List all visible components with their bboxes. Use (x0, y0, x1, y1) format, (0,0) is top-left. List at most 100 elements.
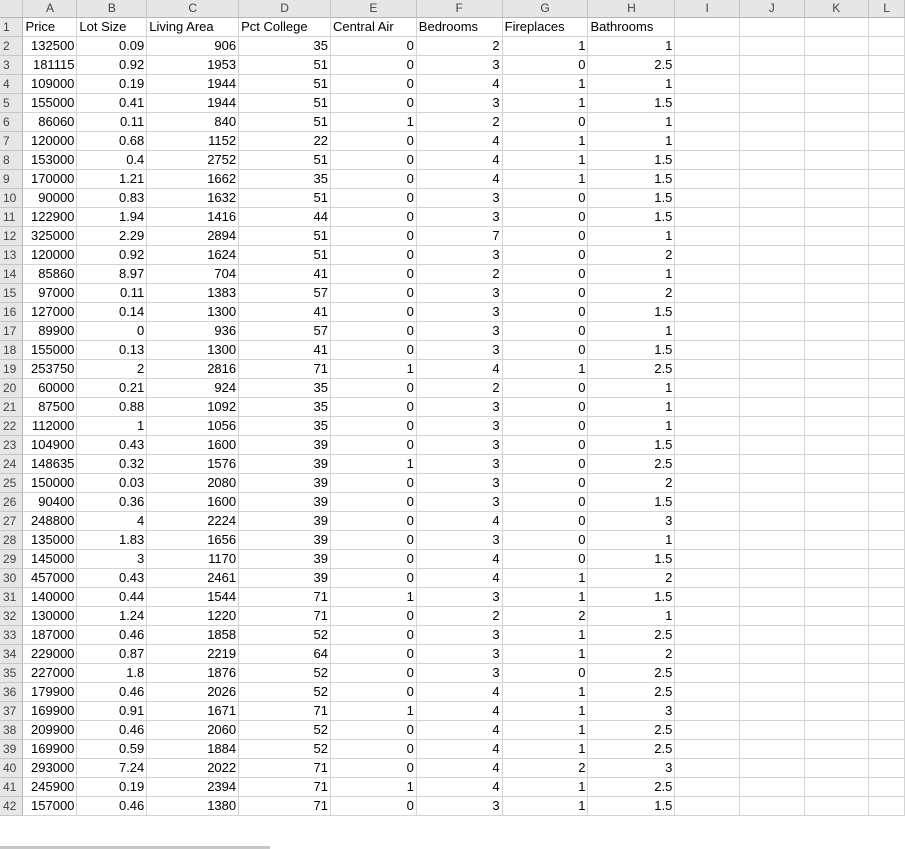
data-cell[interactable] (674, 644, 740, 664)
data-cell[interactable]: 2461 (146, 568, 240, 588)
data-cell[interactable] (739, 454, 805, 474)
data-cell[interactable]: 3 (416, 302, 503, 322)
data-cell[interactable]: 2026 (146, 682, 240, 702)
data-cell[interactable]: 227000 (22, 663, 78, 683)
data-cell[interactable] (868, 169, 905, 189)
data-cell[interactable]: 0 (330, 530, 417, 550)
data-cell[interactable]: 229000 (22, 644, 78, 664)
data-cell[interactable]: 0 (330, 264, 417, 284)
data-cell[interactable] (739, 131, 805, 151)
data-cell[interactable] (674, 321, 740, 341)
data-cell[interactable]: 1 (502, 36, 589, 56)
data-cell[interactable]: 52 (238, 682, 331, 702)
row-header[interactable]: 39 (0, 739, 24, 759)
data-cell[interactable] (674, 397, 740, 417)
data-cell[interactable] (739, 720, 805, 740)
data-cell[interactable]: 130000 (22, 606, 78, 626)
data-cell[interactable]: 2 (587, 644, 676, 664)
data-cell[interactable]: 2.5 (587, 359, 676, 379)
data-cell[interactable]: 3 (416, 207, 503, 227)
data-cell[interactable]: 3 (416, 454, 503, 474)
data-cell[interactable]: 1 (502, 777, 589, 797)
header-cell[interactable]: Lot Size (76, 17, 148, 37)
data-cell[interactable]: 157000 (22, 796, 78, 816)
data-cell[interactable] (868, 378, 905, 398)
data-cell[interactable]: 3 (416, 93, 503, 113)
data-cell[interactable]: 1671 (146, 701, 240, 721)
data-cell[interactable]: 4 (416, 682, 503, 702)
data-cell[interactable]: 4 (416, 568, 503, 588)
row-header[interactable]: 5 (0, 93, 24, 113)
data-cell[interactable]: 52 (238, 720, 331, 740)
data-cell[interactable] (868, 245, 905, 265)
data-cell[interactable]: 1 (502, 150, 589, 170)
header-cell[interactable] (868, 17, 905, 37)
data-cell[interactable]: 1170 (146, 549, 240, 569)
data-cell[interactable] (804, 378, 870, 398)
data-cell[interactable]: 44 (238, 207, 331, 227)
data-cell[interactable] (674, 340, 740, 360)
data-cell[interactable]: 2219 (146, 644, 240, 664)
data-cell[interactable]: 97000 (22, 283, 78, 303)
data-cell[interactable]: 325000 (22, 226, 78, 246)
data-cell[interactable] (739, 625, 805, 645)
data-cell[interactable] (868, 530, 905, 550)
data-cell[interactable]: 0 (330, 511, 417, 531)
data-cell[interactable] (674, 359, 740, 379)
data-cell[interactable] (868, 302, 905, 322)
data-cell[interactable] (739, 226, 805, 246)
data-cell[interactable] (739, 549, 805, 569)
row-header[interactable]: 18 (0, 340, 24, 360)
data-cell[interactable]: 0.19 (76, 74, 148, 94)
header-cell[interactable]: Bedrooms (416, 17, 503, 37)
data-cell[interactable] (868, 720, 905, 740)
data-cell[interactable] (739, 606, 805, 626)
data-cell[interactable]: 1 (502, 682, 589, 702)
data-cell[interactable] (868, 549, 905, 569)
row-header[interactable]: 32 (0, 606, 24, 626)
data-cell[interactable] (804, 245, 870, 265)
data-cell[interactable]: 0 (502, 549, 589, 569)
data-cell[interactable]: 1.5 (587, 492, 676, 512)
data-cell[interactable] (868, 492, 905, 512)
data-cell[interactable] (739, 169, 805, 189)
data-cell[interactable]: 1.83 (76, 530, 148, 550)
data-cell[interactable] (739, 511, 805, 531)
row-header[interactable]: 13 (0, 245, 24, 265)
column-header-d[interactable]: D (238, 0, 331, 18)
data-cell[interactable]: 0 (502, 378, 589, 398)
data-cell[interactable] (674, 169, 740, 189)
row-header[interactable]: 9 (0, 169, 24, 189)
data-cell[interactable]: 0.43 (76, 568, 148, 588)
data-cell[interactable]: 169900 (22, 739, 78, 759)
data-cell[interactable] (674, 207, 740, 227)
data-cell[interactable]: 1858 (146, 625, 240, 645)
row-header[interactable]: 16 (0, 302, 24, 322)
data-cell[interactable]: 1 (587, 397, 676, 417)
data-cell[interactable] (868, 55, 905, 75)
data-cell[interactable]: 109000 (22, 74, 78, 94)
data-cell[interactable]: 1.8 (76, 663, 148, 683)
data-cell[interactable]: 1.5 (587, 796, 676, 816)
data-cell[interactable]: 4 (416, 549, 503, 569)
data-cell[interactable]: 1383 (146, 283, 240, 303)
data-cell[interactable] (674, 112, 740, 132)
data-cell[interactable] (868, 264, 905, 284)
data-cell[interactable] (868, 454, 905, 474)
data-cell[interactable]: 2060 (146, 720, 240, 740)
column-header-a[interactable]: A (22, 0, 78, 18)
data-cell[interactable]: 2.5 (587, 720, 676, 740)
data-cell[interactable]: 1 (502, 625, 589, 645)
row-header[interactable]: 1 (0, 17, 24, 37)
data-cell[interactable] (739, 283, 805, 303)
data-cell[interactable]: 3 (416, 796, 503, 816)
data-cell[interactable]: 2 (587, 473, 676, 493)
data-cell[interactable] (739, 530, 805, 550)
row-header[interactable]: 15 (0, 283, 24, 303)
data-cell[interactable]: 1 (502, 587, 589, 607)
data-cell[interactable]: 0 (502, 454, 589, 474)
data-cell[interactable] (868, 644, 905, 664)
header-cell[interactable]: Pct College (238, 17, 331, 37)
data-cell[interactable] (739, 245, 805, 265)
data-cell[interactable]: 2224 (146, 511, 240, 531)
